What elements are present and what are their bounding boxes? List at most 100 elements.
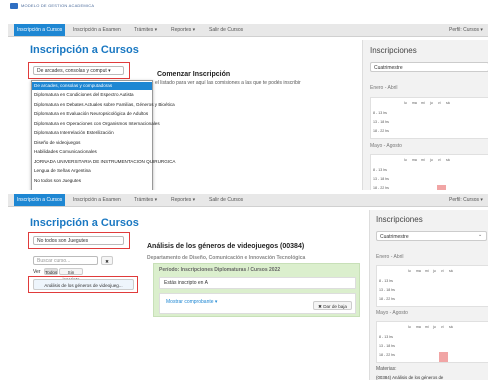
day-header: lu (408, 269, 411, 273)
show-receipt-link[interactable]: Mostrar comprobante ▾ (166, 299, 217, 305)
time-slot: 13 - 18 hs (379, 288, 395, 292)
main-nav: Inscripción a Cursos Inscripción a Exame… (8, 24, 488, 37)
page-title: Inscripción a Cursos (30, 44, 139, 56)
dropdown-option[interactable]: Diplomatura en Evaluación Neuropsicológi… (34, 110, 148, 118)
day-header: ju (430, 101, 433, 105)
nav-salir-cursos[interactable]: Salir de Cursos (206, 24, 246, 36)
time-slot: 18 - 22 hs (379, 353, 395, 357)
day-header: mi (421, 158, 425, 162)
subjects-label: Materias: (376, 366, 397, 372)
nav-inscripcion-cursos[interactable]: Inscripción a Cursos (14, 194, 66, 206)
sidebar-title: Inscripciones (376, 215, 423, 224)
enrollment-actions: Mostrar comprobante ▾ ✖ Dar de baja (159, 293, 356, 314)
highlight-box (28, 62, 130, 79)
day-header: sá (449, 325, 453, 329)
clear-search-button[interactable]: ✖ (101, 256, 113, 265)
term-label: Enero - Abril (370, 85, 398, 91)
day-header: ju (433, 325, 436, 329)
period-select[interactable]: Cuatrimestre (376, 231, 487, 241)
day-header: vi (441, 269, 444, 273)
header: MODELO DE GESTION ACADEMICA (0, 0, 488, 17)
day-header: lu (404, 101, 407, 105)
day-header: ma (412, 101, 417, 105)
day-header: mi (425, 325, 429, 329)
sidebar-title: Inscripciones (370, 46, 417, 55)
nav-reportes[interactable]: Reportes ▾ (168, 24, 198, 36)
calendar-jan-apr: lu ma mi ju vi sá 8 - 13 hs 13 - 18 hs 1… (376, 265, 488, 307)
subject-item[interactable]: (00384) Análisis de los géneros de (376, 375, 443, 380)
section-heading: Comenzar Inscripción (157, 71, 231, 78)
course-dropdown-list[interactable]: De arcades, consolas y computadoras Dipl… (31, 80, 175, 190)
dropdown-option[interactable]: JORNADA UNIVERSITARIA DE INSTRUMENTACION… (34, 158, 175, 166)
day-header: lu (408, 325, 411, 329)
time-slot: 8 - 13 hs (373, 168, 387, 172)
dropdown-option[interactable]: De arcades, consolas y computadoras (32, 82, 152, 90)
schedule-event-block (439, 352, 448, 362)
day-header: mi (421, 101, 425, 105)
dropdown-option[interactable]: No todos son Juegutes (34, 177, 81, 185)
time-slot: 8 - 13 hs (379, 279, 393, 283)
nav-profile[interactable]: Perfil: Cursos ▾ (446, 194, 486, 206)
day-header: vi (438, 101, 441, 105)
calendar-may-aug: lu ma mi ju vi sá 8 - 13 hs 13 - 18 hs 1… (370, 154, 488, 190)
time-slot: 8 - 13 hs (379, 335, 393, 339)
day-header: sá (446, 101, 450, 105)
highlight-box (28, 276, 138, 293)
chevron-down-icon: ⌄ (478, 232, 483, 238)
nav-reportes[interactable]: Reportes ▾ (168, 194, 198, 206)
screenshot-panel-2: Inscripción a Cursos Inscripción a Exame… (0, 190, 488, 380)
nav-inscripcion-examen[interactable]: Inscripción a Examen (70, 24, 124, 36)
enrolled-text: Estás inscripto en A (164, 280, 208, 286)
time-slot: 13 - 18 hs (373, 177, 389, 181)
day-header: vi (441, 325, 444, 329)
day-header: ma (416, 269, 421, 273)
sidebar: Inscripciones Cuatrimestre ⌄ Enero - Abr… (369, 210, 488, 380)
dropdown-option[interactable]: Diplomatura en Condiciones del Espectro … (34, 91, 134, 99)
day-header: sá (449, 269, 453, 273)
nav-inscripcion-cursos[interactable]: Inscripción a Cursos (14, 24, 66, 36)
nav-profile[interactable]: Perfil: Cursos ▾ (446, 24, 486, 36)
day-header: ju (430, 158, 433, 162)
time-slot: 8 - 13 hs (373, 111, 387, 115)
calendar-may-aug: lu ma mi ju vi sá 8 - 13 hs 13 - 18 hs 1… (376, 321, 488, 363)
period-select[interactable]: Cuatrimestre (370, 62, 488, 72)
term-label: Enero - Abril (376, 254, 404, 260)
day-header: lu (404, 158, 407, 162)
department-text: Departamento de Diseño, Comunicación e I… (147, 255, 306, 261)
nav-salir-cursos[interactable]: Salir de Cursos (206, 194, 246, 206)
filter-all-button[interactable]: Todos (44, 268, 58, 275)
search-input[interactable]: Buscar curso... (33, 256, 98, 265)
unenroll-button[interactable]: ✖ Dar de baja (313, 301, 352, 310)
nav-tramites[interactable]: Trámites ▾ (131, 194, 160, 206)
enrollment-box: Período: Inscripciones Diplomaturas / Cu… (153, 263, 360, 317)
main-nav: Inscripción a Cursos Inscripción a Exame… (8, 194, 488, 207)
filter-label: Ver (33, 269, 41, 275)
calendar-jan-apr: lu ma mi ju vi sá 8 - 13 hs 13 - 18 hs 1… (370, 97, 488, 139)
day-header: ma (416, 325, 421, 329)
dropdown-option[interactable]: Diplomatura en Operaciones con Organismo… (34, 120, 160, 128)
dropdown-option[interactable]: Diplomatura en Debates Actuales sobre Fa… (34, 101, 175, 109)
day-header: ju (433, 269, 436, 273)
enrollment-status: Estás inscripto en A (159, 277, 356, 289)
time-slot: 18 - 22 hs (373, 129, 389, 133)
dropdown-option[interactable]: Habilidades Comunicacionales (34, 148, 97, 156)
brand-name: MODELO DE GESTION ACADEMICA (21, 3, 95, 8)
brand-logo-icon (10, 3, 18, 9)
screenshot-panel-1: MODELO DE GESTION ACADEMICA Inscripción … (0, 0, 488, 190)
nav-tramites[interactable]: Trámites ▾ (131, 24, 160, 36)
term-label: Mayo - Agosto (376, 310, 408, 316)
page-title: Inscripción a Cursos (30, 217, 139, 229)
filter-not-enrolled-button[interactable]: Sin inscripto (59, 268, 83, 282)
time-slot: 13 - 18 hs (379, 344, 395, 348)
time-slot: 13 - 18 hs (373, 120, 389, 124)
dropdown-option[interactable]: Lengua de Señas Argentina (34, 167, 91, 175)
time-slot: 18 - 22 hs (379, 297, 395, 301)
nav-inscripcion-examen[interactable]: Inscripción a Examen (70, 194, 124, 206)
day-header: vi (438, 158, 441, 162)
help-text: el listado para ver aquí las comisiones … (155, 80, 301, 86)
dropdown-option[interactable]: Diplomatura Interrelación Esterilización (34, 129, 114, 137)
highlight-box (28, 232, 130, 249)
dropdown-option[interactable]: Diseño de videojuegos (34, 139, 80, 147)
period-text: Período: Inscripciones Diplomaturas / Cu… (159, 267, 281, 273)
sidebar: Inscripciones Cuatrimestre Enero - Abril… (362, 40, 488, 190)
